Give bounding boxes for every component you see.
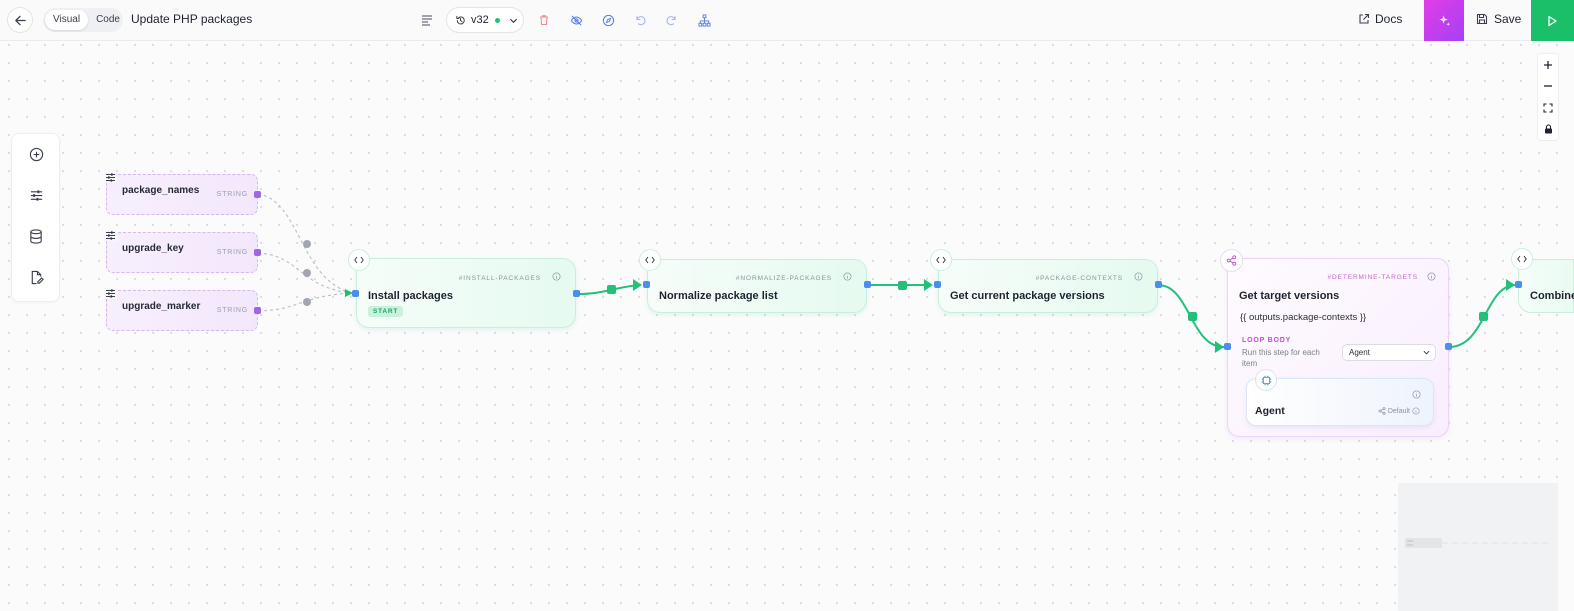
output-handle[interactable]	[254, 307, 261, 314]
output-handle[interactable]	[573, 290, 580, 297]
handles-layer	[254, 191, 1522, 350]
output-handle[interactable]	[1155, 281, 1162, 288]
input-handle[interactable]	[643, 281, 650, 288]
input-handle[interactable]	[1224, 343, 1231, 350]
output-handle[interactable]	[254, 191, 261, 198]
input-handle[interactable]	[934, 281, 941, 288]
input-handle[interactable]	[1515, 281, 1522, 288]
minimap[interactable]	[1398, 483, 1558, 611]
output-handle[interactable]	[254, 249, 261, 256]
input-handle[interactable]	[352, 290, 359, 297]
output-handle[interactable]	[1445, 343, 1452, 350]
output-handle[interactable]	[864, 281, 871, 288]
minimap-preview	[1405, 538, 1548, 548]
